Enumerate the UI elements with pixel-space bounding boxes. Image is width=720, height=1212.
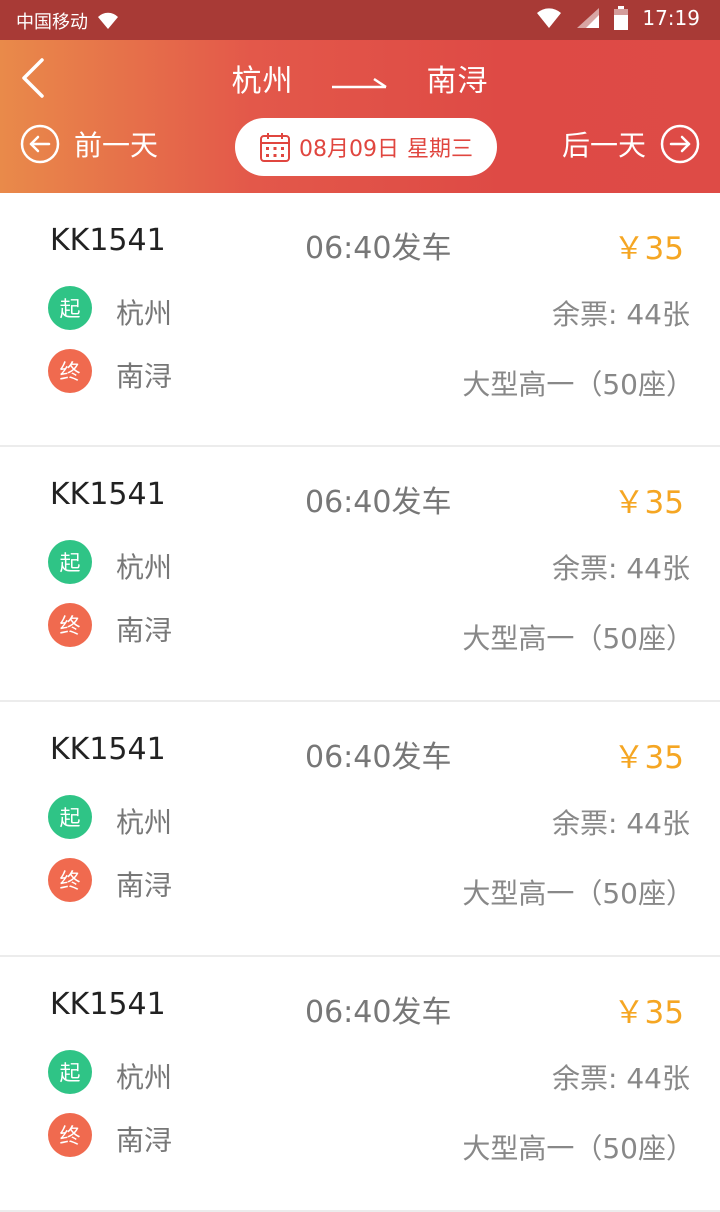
to-station: 南浔 — [116, 614, 173, 647]
to-city: 南浔 — [426, 64, 489, 99]
route-title: 杭州 南浔 — [0, 56, 720, 100]
status-bar: 中国移动 17:19 — [0, 0, 720, 40]
status-right: 17:19 — [536, 6, 700, 30]
next-day-button[interactable]: 后一天 — [562, 124, 700, 164]
train-number: KK1541 — [50, 477, 166, 512]
tickets-left: 余票: 44张 — [552, 298, 690, 331]
train-number: KK1541 — [50, 987, 166, 1022]
to-station: 南浔 — [116, 360, 173, 393]
depart-time: 06:40发车 — [305, 995, 452, 1030]
end-badge: 终 — [48, 858, 92, 902]
depart-time: 06:40发车 — [305, 485, 452, 520]
carrier-label: 中国移动 — [16, 12, 88, 33]
battery-icon — [614, 6, 629, 30]
to-station: 南浔 — [116, 869, 173, 902]
prev-day-button[interactable]: 前一天 — [20, 124, 158, 164]
price: ￥35 — [613, 740, 684, 776]
end-badge: 终 — [48, 603, 92, 647]
tickets-left: 余票: 44张 — [552, 807, 690, 840]
end-badge: 终 — [48, 1113, 92, 1157]
date-text: 08月09日 — [298, 137, 399, 162]
train-number: KK1541 — [50, 732, 166, 767]
from-station: 杭州 — [116, 551, 173, 584]
route-arrow-icon — [332, 77, 387, 88]
depart-time: 06:40发车 — [305, 740, 452, 775]
signal-wifi-icon — [537, 8, 562, 28]
bus-type: 大型高一（50座） — [462, 368, 694, 401]
next-day-label: 后一天 — [561, 129, 646, 162]
status-left: 中国移动 — [16, 8, 120, 34]
from-station: 杭州 — [116, 297, 173, 330]
trip-card[interactable]: KK1541 06:40发车 ￥35 起 杭州 终 南浔 余票: 44张 大型高… — [0, 447, 720, 702]
price: ￥35 — [613, 485, 684, 521]
price: ￥35 — [613, 995, 684, 1031]
trip-card[interactable]: KK1541 06:40发车 ￥35 起 杭州 终 南浔 余票: 44张 大型高… — [0, 957, 720, 1212]
start-badge: 起 — [48, 1050, 92, 1094]
start-badge: 起 — [48, 286, 92, 330]
from-station: 杭州 — [116, 806, 173, 839]
arrow-left-circle-icon — [20, 124, 60, 164]
end-badge: 终 — [48, 349, 92, 393]
date-picker[interactable]: 08月09日 星期三 — [235, 118, 497, 176]
start-badge: 起 — [48, 540, 92, 584]
start-badge: 起 — [48, 795, 92, 839]
calendar-icon — [259, 133, 290, 162]
from-city: 杭州 — [231, 64, 294, 99]
trip-card[interactable]: KK1541 06:40发车 ￥35 起 杭州 终 南浔 余票: 44张 大型高… — [0, 702, 720, 957]
prev-day-label: 前一天 — [74, 129, 159, 162]
arrow-right-circle-icon — [660, 124, 700, 164]
bus-type: 大型高一（50座） — [462, 622, 694, 655]
to-station: 南浔 — [116, 1124, 173, 1157]
depart-time: 06:40发车 — [305, 231, 452, 266]
price: ￥35 — [613, 231, 684, 267]
trip-list: KK1541 06:40发车 ￥35 起 杭州 终 南浔 余票: 44张 大型高… — [0, 193, 720, 1212]
tickets-left: 余票: 44张 — [552, 552, 690, 585]
clock: 17:19 — [642, 6, 700, 30]
header: 杭州 南浔 前一天 08月09日 星期三 后一天 — [0, 40, 720, 193]
trip-card[interactable]: KK1541 06:40发车 ￥35 起 杭州 终 南浔 余票: 44张 大型高… — [0, 193, 720, 447]
bus-type: 大型高一（50座） — [462, 877, 694, 910]
from-station: 杭州 — [116, 1061, 173, 1094]
weekday-text: 星期三 — [406, 137, 473, 162]
cell-signal-icon — [577, 8, 600, 28]
tickets-left: 余票: 44张 — [552, 1062, 690, 1095]
train-number: KK1541 — [50, 223, 166, 258]
bus-type: 大型高一（50座） — [462, 1132, 694, 1165]
wifi-icon — [98, 12, 118, 29]
